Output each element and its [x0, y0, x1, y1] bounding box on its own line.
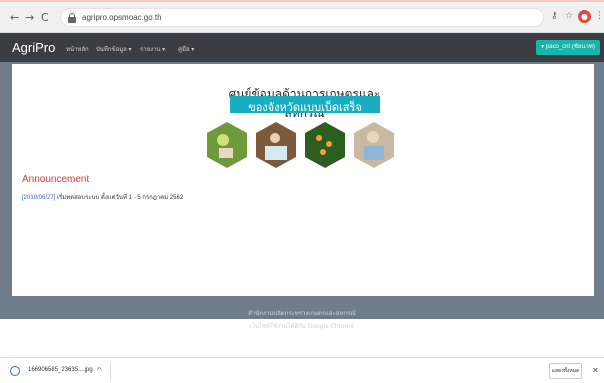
url-text[interactable]: agripro.opsmoac.go.th — [82, 13, 162, 22]
nav-item-home[interactable]: หน้าหลัก — [66, 44, 89, 54]
chevron-up-icon[interactable]: ^ — [96, 366, 103, 375]
page: ← → C agripro.opsmoac.go.th ⚷ ☆ ● ⋮ Agri… — [0, 0, 604, 383]
forward-icon[interactable]: → — [25, 12, 34, 23]
brand-logo[interactable]: AgriPro — [12, 40, 55, 55]
site-navbar: AgriPro หน้าหลัก บันทึกข้อมูล ▾ รายงาน ▾… — [0, 33, 604, 62]
download-divider — [110, 362, 111, 380]
download-filename[interactable]: 166906585_23635....jpg — [28, 367, 93, 373]
announcement-date[interactable]: [2019/06/27] — [22, 195, 55, 201]
banner-hexagon-images — [207, 122, 394, 168]
footer-browser-note: เว็บไซต์ใช้งานได้ดีกับ Google Chrome — [249, 323, 355, 330]
tab-strip-accent — [0, 0, 604, 2]
back-icon[interactable]: ← — [10, 12, 19, 23]
menu-dots-icon[interactable]: ⋮ — [595, 12, 604, 21]
close-icon[interactable]: ✕ — [592, 366, 599, 375]
hexagon-image-2 — [256, 122, 296, 168]
download-file-icon — [10, 366, 20, 376]
key-icon[interactable]: ⚷ — [551, 12, 558, 21]
announcement-item: [2019/06/27] เริ่มทดสอบระบบ ตั้งแต่วันที… — [22, 192, 183, 202]
reload-icon[interactable]: C — [41, 12, 49, 23]
browser-toolbar: ← → C agripro.opsmoac.go.th ⚷ ☆ ● ⋮ — [0, 0, 604, 33]
show-all-downloads-button[interactable]: แสดงทั้งหมด — [549, 363, 582, 379]
nav-item-record[interactable]: บันทึกข้อมูล ▾ — [96, 44, 132, 54]
user-menu-button[interactable]: ▾ paco_cnt (ชัยนาท) — [536, 40, 600, 55]
lock-icon — [68, 13, 76, 23]
banner-subtitle: ของจังหวัดแบบเบ็ดเสร็จ — [248, 101, 362, 114]
banner-subtitle-box: ของจังหวัดแบบเบ็ดเสร็จ — [230, 96, 380, 114]
download-shelf: 166906585_23635....jpg ^ แสดงทั้งหมด ✕ — [0, 357, 604, 383]
announcement-heading: Announcement — [22, 174, 90, 185]
hexagon-image-4 — [354, 122, 394, 168]
hexagon-image-3 — [305, 122, 345, 168]
nav-item-manual[interactable]: คู่มือ ▾ — [178, 44, 194, 54]
nav-item-reports[interactable]: รายงาน ▾ — [140, 44, 165, 54]
footer-org-name: สำนักงานปลัดกระทรวงเกษตรและสหกรณ์ — [248, 310, 356, 317]
star-icon[interactable]: ☆ — [565, 12, 573, 21]
address-bar[interactable]: agripro.opsmoac.go.th — [60, 8, 544, 27]
profile-avatar[interactable]: ● — [578, 10, 591, 23]
announcement-text: เริ่มทดสอบระบบ ตั้งแต่วันที่ 1 - 5 กรกฎา… — [57, 195, 184, 201]
hexagon-image-1 — [207, 122, 247, 168]
